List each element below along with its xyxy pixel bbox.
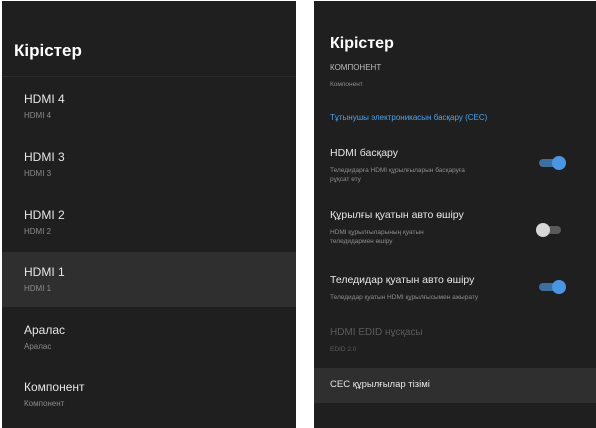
input-sublabel: HDMI 2 [24,227,52,236]
input-sublabel: HDMI 1 [24,284,52,293]
input-label: HDMI 2 [24,208,65,222]
input-label: Компонент [24,380,85,394]
panel-title: Кірістер [14,41,82,60]
device-auto-power-off-toggle[interactable] [536,223,565,237]
setting-description: Теледидарға HDMI құрылғыларын басқаруға … [330,167,465,183]
cec-section-header: Тұтынушы электроникасын басқару (CEC) [330,113,488,122]
partial-item-label: КОМПОНЕНТ [330,63,382,72]
input-sublabel: HDMI 4 [24,111,52,120]
input-sublabel: HDMI 3 [24,169,52,178]
panel-title: Кірістер [330,35,394,52]
cec-settings-panel: Кірістер КОМПОНЕНТ Компонент Тұтынушы эл… [314,1,596,428]
inputs-panel: Кірістер HDMI 4 HDMI 4 HDMI 3 HDMI 3 HDM… [2,1,296,428]
input-item-hdmi2[interactable]: HDMI 2 HDMI 2 [2,195,296,250]
tv-auto-power-off-toggle[interactable] [539,280,567,294]
setting-label: Құрылғы қуатын авто өшіру [330,209,464,221]
partial-item-sublabel: Компонент [330,81,363,88]
hdmi-control-toggle[interactable] [539,156,567,170]
cec-device-list-item[interactable]: CEC құрылғылар тізімі [314,368,596,403]
setting-label: HDMI басқару [330,147,399,159]
input-item-hdmi1[interactable]: HDMI 1 HDMI 1 [2,252,296,307]
input-item-component[interactable]: Компонент Компонент [2,367,296,422]
header-divider [2,76,296,77]
input-item-composite[interactable]: Аралас Аралас [2,310,296,365]
cec-device-list-label: CEC құрылғылар тізімі [330,379,430,390]
input-label: HDMI 4 [24,92,65,106]
input-item-hdmi4[interactable]: HDMI 4 HDMI 4 [2,79,296,134]
input-sublabel: Компонент [24,399,65,408]
input-label: HDMI 3 [24,150,65,164]
input-sublabel: Аралас [24,342,52,351]
input-label: HDMI 1 [24,265,65,279]
setting-label: Теледидар қуатын авто өшіру [330,274,475,286]
input-label: Аралас [24,323,66,337]
setting-description: EDID 2.0 [330,346,357,353]
input-item-hdmi3[interactable]: HDMI 3 HDMI 3 [2,137,296,192]
setting-label: HDMI EDID нұсқасы [330,327,423,338]
setting-description: HDMI құрылғыларының қуатын теледидармен … [330,229,424,245]
setting-description: Теледидар қуатын HDMI құрылғысымен ажыра… [330,294,479,301]
